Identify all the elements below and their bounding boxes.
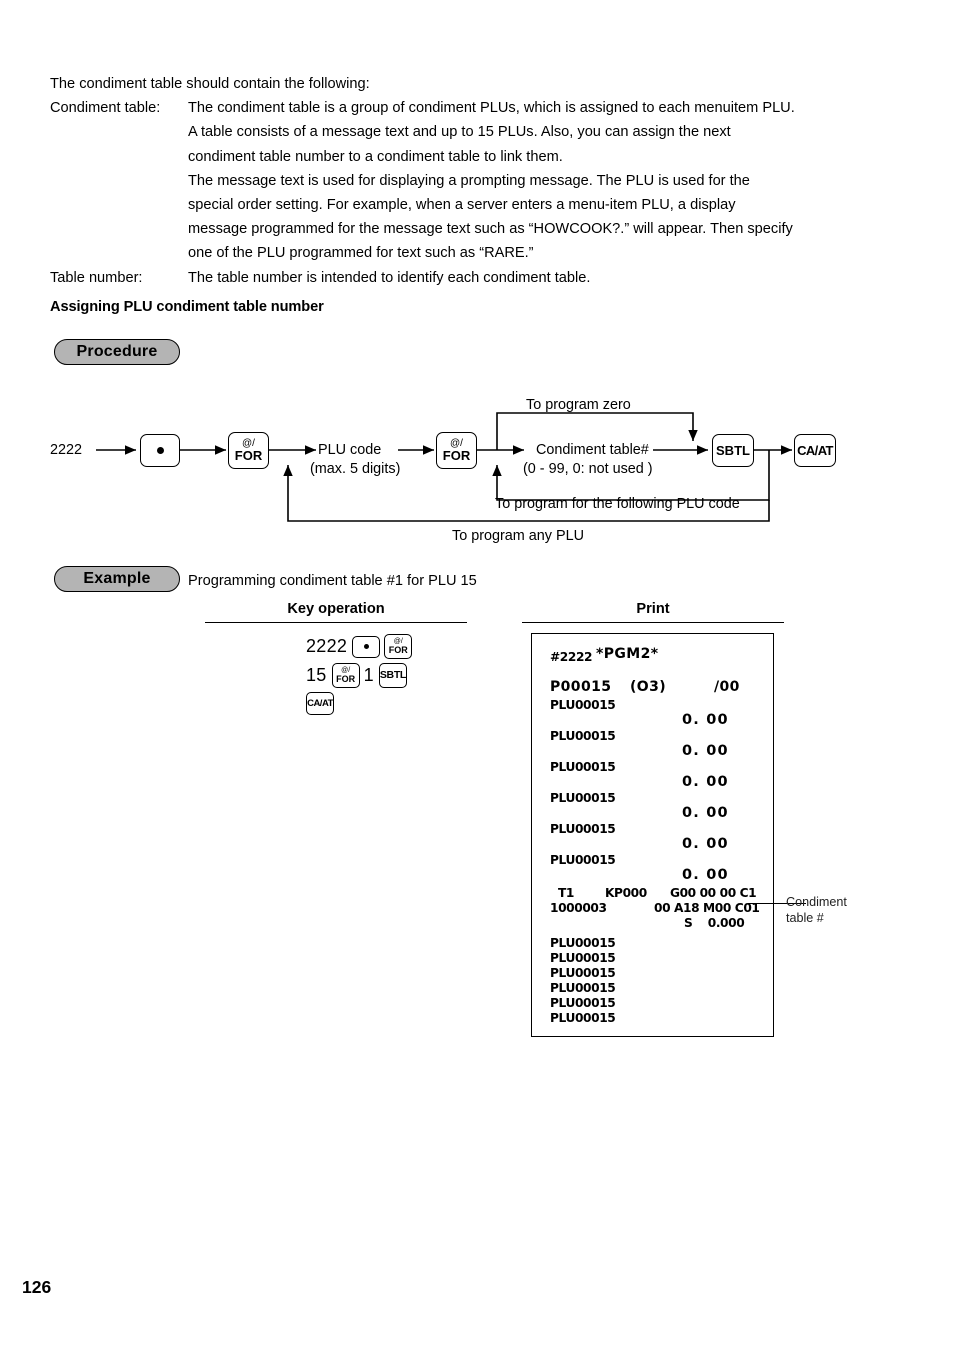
intro-line: The table number is intended to identify…: [188, 269, 591, 286]
at-for-key-bottom-label: FOR: [442, 448, 471, 463]
receipt-plu-tail-label: PLU00015: [550, 981, 616, 995]
receipt-plu-label: PLU00015: [550, 791, 616, 805]
receipt-plu-tail-label: PLU00015: [550, 936, 616, 950]
receipt-header-code: #2222: [550, 650, 593, 664]
receipt-plu-label: PLU00015: [550, 760, 616, 774]
receipt-plu-tail-label: PLU00015: [550, 1011, 616, 1025]
flow-plu-code-line2: (max. 5 digits): [310, 461, 401, 477]
receipt-plu-tail-label: PLU00015: [550, 951, 616, 965]
intro-body-condiment-table: The condiment table is a group of condim…: [188, 96, 910, 265]
intro-line: The message text is used for displaying …: [188, 172, 750, 189]
intro-line: special order setting. For example, when…: [188, 197, 736, 214]
receipt-plu-header-suffix: /00: [714, 679, 740, 695]
receipt-plu-label: PLU00015: [550, 853, 616, 867]
procedure-badge: Procedure: [54, 339, 180, 365]
ca-at-key[interactable]: CA/AT: [794, 434, 836, 467]
receipt-plu-amount: 0. 00: [682, 774, 729, 790]
at-for-key-1[interactable]: @/ FOR: [228, 432, 269, 469]
flow-condiment-table-line2: (0 - 99, 0: not used ): [523, 461, 653, 477]
intro-line: one of the PLU programmed for text such …: [188, 245, 534, 262]
key-operation-row-2: 15 @/ FOR 1 SBTL: [306, 663, 411, 688]
intro-line: A table consists of a message text and u…: [188, 124, 731, 141]
example-badge: Example: [54, 566, 180, 592]
flow-label-following-plu: To program for the following PLU code: [495, 496, 740, 512]
receipt-status-line2-left: 1000003: [550, 901, 607, 915]
sbtl-key-label: SBTL: [379, 669, 407, 681]
receipt-plu-tail-label: PLU00015: [550, 966, 616, 980]
key-operation-row-3: CA/AT: [306, 692, 338, 715]
section-heading: Assigning PLU condiment table number: [50, 299, 324, 315]
column-rule-key-operation: [205, 622, 467, 623]
flow-condiment-table-line1: Condiment table#: [536, 442, 649, 458]
page-number: 126: [22, 1277, 52, 1297]
at-for-key-2[interactable]: @/ FOR: [436, 432, 477, 469]
callout-line1: Condiment: [786, 895, 847, 909]
column-rule-print: [522, 622, 784, 623]
receipt-plu-label: PLU00015: [550, 822, 616, 836]
column-header-key-operation: Key operation: [287, 601, 385, 617]
at-for-key-bottom-label: FOR: [234, 448, 263, 463]
decimal-point-key[interactable]: [140, 434, 180, 467]
key-operation-row2-number2: 1: [363, 665, 374, 685]
ca-at-key[interactable]: CA/AT: [306, 692, 334, 715]
sbtl-key[interactable]: SBTL: [712, 434, 754, 467]
sbtl-key-label: SBTL: [716, 443, 750, 458]
intro-row-table-number: Table number: The table number is intend…: [50, 266, 910, 290]
receipt-header-mode: *PGM2*: [596, 646, 659, 662]
decimal-point-key[interactable]: [352, 635, 381, 658]
at-for-key[interactable]: @/ FOR: [384, 634, 413, 659]
column-header-print: Print: [636, 601, 670, 617]
flow-start-value: 2222: [50, 442, 83, 458]
key-operation-row2-number: 15: [306, 665, 327, 685]
key-operation-row1-number: 2222: [306, 636, 348, 656]
decimal-point-icon: [363, 644, 369, 649]
intro-lead: The condiment table should contain the f…: [50, 76, 370, 92]
at-for-key-bottom-label: FOR: [336, 673, 356, 684]
intro-line: The condiment table is a group of condim…: [188, 100, 795, 117]
receipt-status-line1-mid: KP000: [605, 886, 647, 900]
receipt-plu-header-group: (O3): [630, 679, 667, 695]
flow-label-program-zero: To program zero: [526, 397, 631, 413]
receipt-plu-amount: 0. 00: [682, 712, 729, 728]
decimal-point-icon: [156, 447, 164, 454]
at-for-key[interactable]: @/ FOR: [331, 663, 360, 688]
receipt-plu-header-code: P00015: [550, 679, 612, 695]
ca-at-key-label: CA/AT: [797, 443, 833, 458]
receipt-plu-label: PLU00015: [550, 729, 616, 743]
receipt-plu-tail-label: PLU00015: [550, 996, 616, 1010]
receipt-plu-label: PLU00015: [550, 698, 616, 712]
callout-condiment-table: Condiment table #: [786, 895, 847, 926]
intro-line: condiment table number to a condiment ta…: [188, 148, 563, 165]
receipt-status-line1-right: G00 00 00 C1: [670, 886, 757, 900]
key-operation-row-1: 2222 @/ FOR: [306, 634, 416, 659]
callout-line2: table #: [786, 910, 824, 925]
print-sample-receipt: #2222 *PGM2* P00015 (O3) /00 PLU00015 0.…: [531, 633, 774, 1037]
sbtl-key[interactable]: SBTL: [378, 663, 407, 688]
intro-label-table-number: Table number:: [50, 269, 143, 286]
flow-label-any-plu: To program any PLU: [452, 528, 584, 544]
intro-label-condiment-table: Condiment table:: [50, 100, 161, 117]
receipt-status-line3-right: S 0.000: [684, 916, 745, 930]
intro-body-table-number: The table number is intended to identify…: [188, 266, 910, 290]
example-caption: Programming condiment table #1 for PLU 1…: [188, 573, 477, 589]
at-for-key-bottom-label: FOR: [388, 644, 408, 655]
receipt-plu-amount: 0. 00: [682, 867, 729, 883]
receipt-plu-amount: 0. 00: [682, 836, 729, 852]
receipt-plu-amount: 0. 00: [682, 743, 729, 759]
receipt-status-line2-right: 00 A18 M00 C01: [654, 901, 760, 915]
receipt-status-line1-left: T1: [558, 886, 574, 900]
ca-at-key-label: CA/AT: [307, 697, 333, 709]
intro-text-block: The condiment table should contain the f…: [50, 72, 910, 290]
intro-line: message programmed for the message text …: [188, 221, 793, 238]
flow-plu-code-line1: PLU code: [318, 442, 382, 458]
receipt-plu-amount: 0. 00: [682, 805, 729, 821]
intro-row-condiment-table: Condiment table: The condiment table is …: [50, 96, 910, 265]
